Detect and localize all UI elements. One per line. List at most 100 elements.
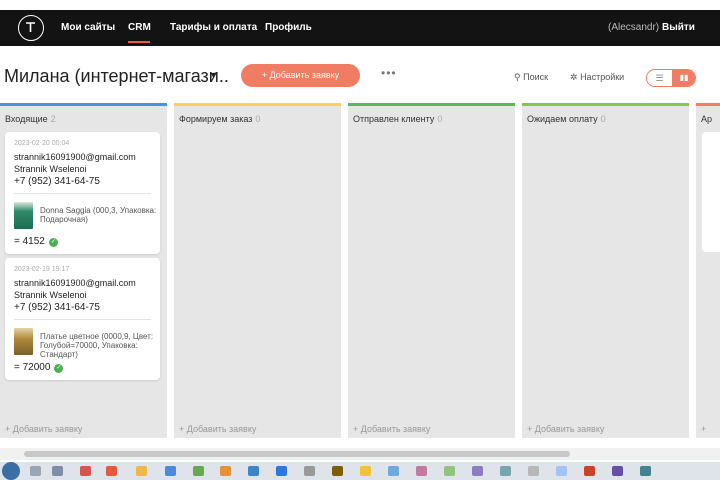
card-phone: +7 (952) 341-64-75	[14, 176, 100, 187]
column-count: 0	[437, 114, 443, 124]
check-icon: ✓	[48, 238, 58, 247]
card-divider	[14, 319, 151, 320]
order-card[interactable]: 2023-02-19 19:17 strannik16091900@gmail.…	[5, 258, 160, 380]
add-request-link[interactable]: + Добавить заявку	[179, 424, 256, 434]
card-email: strannik16091900@gmail.com	[14, 278, 136, 288]
card-divider	[14, 193, 151, 194]
add-request-link[interactable]: + Добавить заявку	[5, 424, 82, 434]
add-request-link[interactable]: + Добавить заявку	[527, 424, 604, 434]
list-view-icon[interactable]: ☰	[647, 70, 672, 86]
settings-label: Настройки	[580, 72, 625, 82]
product-thumbnail	[14, 328, 33, 355]
column-title: Отправлен клиенту	[353, 114, 435, 124]
taskbar-app-icon[interactable]	[444, 466, 455, 476]
column-count: 0	[600, 114, 606, 124]
taskbar-app-icon[interactable]	[640, 466, 651, 476]
nav-active-indicator	[128, 41, 150, 43]
taskbar-app-icon[interactable]	[360, 466, 371, 476]
add-request-link[interactable]: + Добавить заявку	[353, 424, 430, 434]
card-product: Donna Saggia (000,3, Упаковка: Подарочна…	[40, 206, 157, 224]
taskbar-app-icon[interactable]	[220, 466, 231, 476]
card-price-row: = 4152 ✓	[14, 236, 58, 247]
top-navbar: Мои сайты CRM Тарифы и оплата Профиль (A…	[0, 10, 720, 46]
taskbar-app-icon[interactable]	[304, 466, 315, 476]
logout-link[interactable]: Выйти	[662, 22, 695, 33]
order-card-partial[interactable]	[702, 132, 720, 252]
taskbar-app-icon[interactable]	[165, 466, 176, 476]
taskbar-app-icon[interactable]	[500, 466, 511, 476]
column-header: Формируем заказ 0	[179, 114, 260, 124]
settings-button[interactable]: ✲ Настройки	[570, 72, 624, 83]
check-icon: ✓	[54, 364, 64, 373]
card-date: 2023-02-20 00:04	[14, 140, 70, 147]
taskbar-app-icon[interactable]	[556, 466, 567, 476]
taskbar-app-icon[interactable]	[332, 466, 343, 476]
card-product: Платье цветное (0000,9, Цвет: Голубой=70…	[40, 332, 154, 359]
taskbar-app-icon[interactable]	[528, 466, 539, 476]
user-name[interactable]: (Alecsandr)	[608, 22, 659, 33]
product-thumbnail	[14, 202, 33, 229]
chevron-down-icon[interactable]: ▼	[209, 70, 218, 80]
search-icon: ⚲	[514, 72, 521, 82]
more-options-icon[interactable]: •••	[381, 66, 397, 80]
column-title: Входящие	[5, 114, 48, 124]
scrollbar-thumb[interactable]	[24, 451, 570, 457]
nav-profile[interactable]: Профиль	[265, 22, 312, 33]
horizontal-scrollbar[interactable]	[0, 448, 720, 460]
order-card[interactable]: 2023-02-20 00:04 strannik16091900@gmail.…	[5, 132, 160, 254]
taskbar-app-icon[interactable]	[106, 466, 117, 476]
column-accent-line	[0, 103, 167, 106]
taskbar-app-icon[interactable]	[248, 466, 259, 476]
column-title: Ожидаем оплату	[527, 114, 598, 124]
column-accent-line	[696, 103, 720, 106]
card-phone: +7 (952) 341-64-75	[14, 302, 100, 313]
card-price-row: = 72000 ✓	[14, 362, 64, 373]
nav-crm[interactable]: CRM	[128, 22, 151, 33]
column-accent-line	[174, 103, 341, 106]
taskbar-app-icon[interactable]	[193, 466, 204, 476]
search-button[interactable]: ⚲ Поиск	[514, 72, 548, 83]
add-request-link[interactable]: +	[701, 424, 706, 434]
taskbar-app-icon[interactable]	[472, 466, 483, 476]
card-price: = 4152	[14, 236, 45, 247]
view-toggle[interactable]: ☰ ▮▮	[646, 69, 696, 87]
column-title: Формируем заказ	[179, 114, 253, 124]
column-accent-line	[522, 103, 689, 106]
taskbar-app-icon[interactable]	[584, 466, 595, 476]
card-customer-name: Strannik Wselenoi	[14, 290, 87, 300]
logo-icon[interactable]	[18, 15, 44, 41]
column-sent-to-client: Отправлен клиенту 0 + Добавить заявку	[348, 103, 515, 438]
crm-page: Мои сайты CRM Тарифы и оплата Профиль (A…	[0, 0, 720, 480]
taskbar-app-icon[interactable]	[80, 466, 91, 476]
column-partial: Ар +	[696, 103, 720, 438]
taskbar-app-icon[interactable]	[136, 466, 147, 476]
store-title[interactable]: Милана (интернет-магази..	[4, 66, 229, 87]
column-count: 2	[50, 114, 56, 124]
taskbar-app-icon[interactable]	[612, 466, 623, 476]
taskbar-app-icon[interactable]	[388, 466, 399, 476]
column-header: Отправлен клиенту 0	[353, 114, 442, 124]
start-button-icon[interactable]	[2, 462, 20, 480]
card-email: strannik16091900@gmail.com	[14, 152, 136, 162]
column-accent-line	[348, 103, 515, 106]
column-count: 0	[255, 114, 261, 124]
gear-icon: ✲	[570, 72, 578, 82]
taskbar-app-icon[interactable]	[416, 466, 427, 476]
card-price: = 72000	[14, 362, 51, 373]
taskbar	[0, 462, 720, 480]
column-header: Входящие 2	[5, 114, 56, 124]
column-incoming: Входящие 2 2023-02-20 00:04 strannik16091…	[0, 103, 167, 438]
taskbar-app-icon[interactable]	[276, 466, 287, 476]
column-awaiting-payment: Ожидаем оплату 0 + Добавить заявку	[522, 103, 689, 438]
taskbar-app-icon[interactable]	[52, 466, 63, 476]
card-date: 2023-02-19 19:17	[14, 266, 70, 273]
taskbar-app-icon[interactable]	[30, 466, 41, 476]
column-title: Ар	[701, 114, 713, 124]
board-view-icon[interactable]: ▮▮	[672, 70, 695, 86]
add-request-button[interactable]: + Добавить заявку	[241, 64, 360, 87]
nav-my-sites[interactable]: Мои сайты	[61, 22, 115, 33]
column-forming-order: Формируем заказ 0 + Добавить заявку	[174, 103, 341, 438]
nav-tariffs[interactable]: Тарифы и оплата	[170, 22, 257, 33]
column-header: Ар	[701, 114, 712, 124]
search-label: Поиск	[523, 72, 549, 82]
